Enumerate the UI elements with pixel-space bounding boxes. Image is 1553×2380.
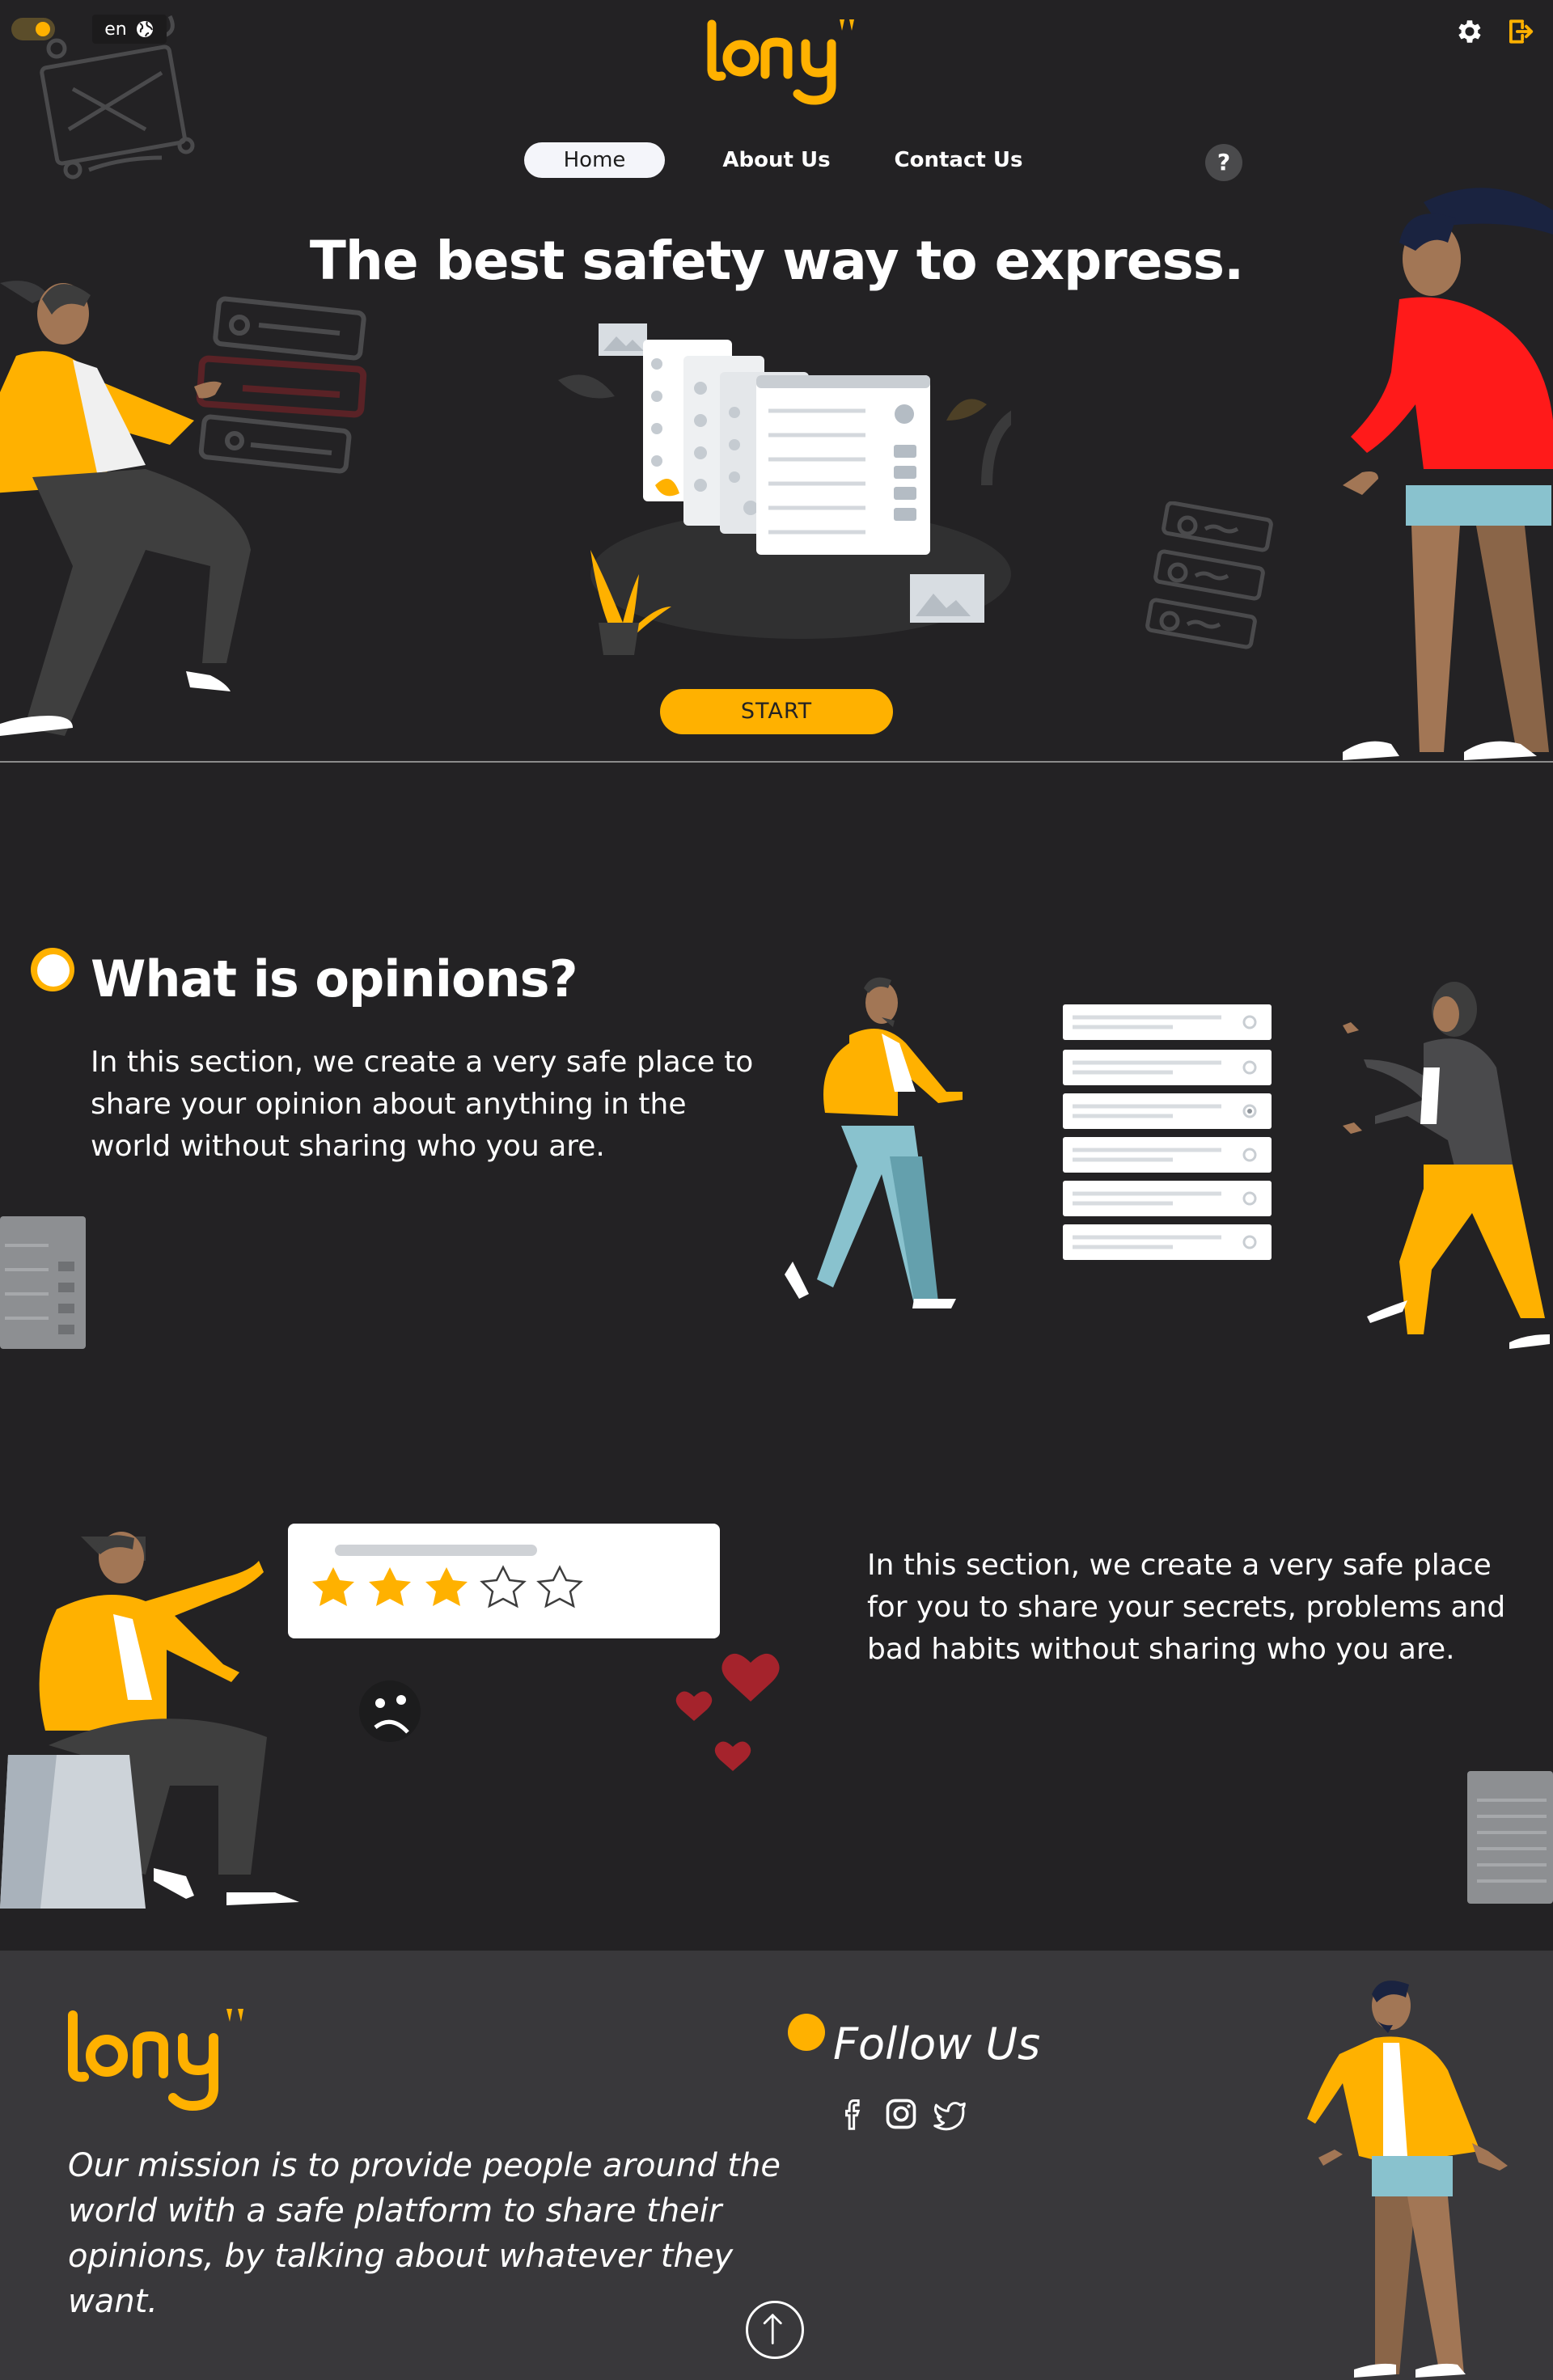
brand-logo[interactable] [696, 8, 857, 105]
hero-person-left-illustration [0, 281, 367, 736]
start-button[interactable]: START [660, 689, 893, 734]
opinions-section-title: What is opinions? [91, 949, 578, 1008]
opinions-illustration [785, 977, 1550, 1349]
scroll-to-top-button[interactable] [746, 2301, 804, 2359]
secrets-illustration [0, 1524, 780, 1909]
nav-contact-us[interactable]: Contact Us [890, 142, 1027, 178]
facebook-icon[interactable] [833, 2096, 869, 2132]
twitter-icon[interactable] [932, 2096, 967, 2132]
gear-icon[interactable] [1454, 16, 1485, 47]
globe-icon [136, 21, 153, 37]
nav-home[interactable]: Home [524, 142, 665, 178]
section-bullet-dot [31, 948, 74, 991]
secrets-section-text: In this section, we create a very safe p… [867, 1549, 1506, 1666]
follow-bullet-dot [788, 2014, 825, 2051]
opinions-section-text: In this section, we create a very safe p… [91, 1046, 754, 1163]
follow-us-title: Follow Us [833, 2019, 1041, 2069]
hero-person-right-illustration [1343, 188, 1553, 760]
language-selector[interactable]: en [92, 15, 167, 44]
logout-icon[interactable] [1504, 16, 1535, 47]
decorative-side-card-left [0, 1216, 86, 1349]
mission-text: Our mission is to provide people around … [68, 2147, 781, 2320]
nav-about-us[interactable]: About Us [712, 142, 841, 178]
decorative-feedback-cards [1145, 501, 1273, 649]
language-label: en [104, 19, 127, 40]
hero-divider [0, 761, 1553, 763]
decorative-side-card-right [1467, 1771, 1553, 1904]
hero-app-mockup-illustration [558, 323, 1011, 655]
footer-person-illustration [1307, 1981, 1508, 2378]
footer-brand-logo[interactable] [65, 2006, 259, 2119]
instagram-icon[interactable] [883, 2096, 919, 2132]
help-button[interactable]: ? [1205, 144, 1242, 181]
